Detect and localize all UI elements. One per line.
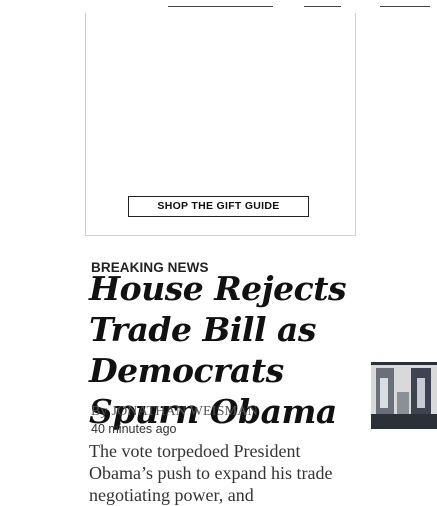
story-timestamp: 40 minutes ago: [91, 422, 177, 436]
cropped-image-far-right: [380, 0, 430, 7]
cropped-image-right: [304, 0, 341, 7]
story-summary: The vote torpedoed President Obama’s pus…: [89, 441, 333, 505]
photo-thumbnail-icon: [371, 362, 437, 429]
shop-gift-guide-button[interactable]: SHOP THE GIFT GUIDE: [128, 196, 309, 217]
cropped-image-left: [168, 0, 273, 7]
story-byline: By JONATHAN WEISMAN: [91, 404, 258, 419]
story-photo[interactable]: [371, 362, 437, 429]
top-image-strip: [0, 0, 437, 10]
